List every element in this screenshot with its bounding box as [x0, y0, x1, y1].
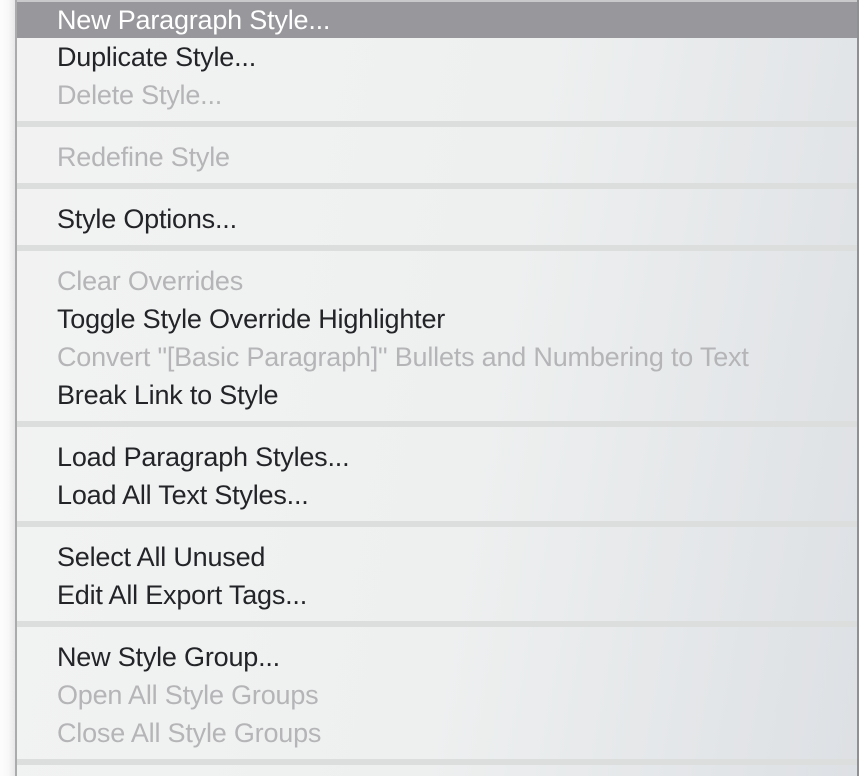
menu-item-close-all-style-groups: Close All Style Groups — [17, 714, 857, 752]
menu-item-label: Style Options... — [57, 204, 237, 235]
menu-separator — [17, 752, 857, 776]
underlying-page-edge — [0, 0, 15, 776]
separator-line — [17, 245, 857, 251]
menu-separator — [17, 238, 857, 262]
menu-item-select-all-unused[interactable]: Select All Unused — [17, 538, 857, 576]
screen: New Paragraph Style... Duplicate Style..… — [0, 0, 859, 776]
separator-line — [17, 121, 857, 127]
separator-line — [17, 421, 857, 427]
separator-line — [17, 183, 857, 189]
menu-item-label: Load All Text Styles... — [57, 480, 309, 511]
separator-line — [17, 621, 857, 627]
menu-item-toggle-style-override-highlighter[interactable]: Toggle Style Override Highlighter — [17, 300, 857, 338]
menu-item-new-paragraph-style[interactable]: New Paragraph Style... — [17, 2, 857, 38]
menu-separator — [17, 614, 857, 638]
menu-item-label: Duplicate Style... — [57, 42, 256, 73]
menu-item-label: Redefine Style — [57, 142, 230, 173]
menu-separator — [17, 414, 857, 438]
menu-item-label: New Style Group... — [57, 642, 280, 673]
menu-item-convert-basic-paragraph-bullets: Convert "[Basic Paragraph]" Bullets and … — [17, 338, 857, 376]
menu-item-label: Clear Overrides — [57, 266, 243, 297]
menu-separator — [17, 114, 857, 138]
menu-item-edit-all-export-tags[interactable]: Edit All Export Tags... — [17, 576, 857, 614]
menu-item-load-all-text-styles[interactable]: Load All Text Styles... — [17, 476, 857, 514]
menu-item-label: Toggle Style Override Highlighter — [57, 304, 445, 335]
menu-item-label: Convert "[Basic Paragraph]" Bullets and … — [57, 342, 749, 373]
menu-item-label: Edit All Export Tags... — [57, 580, 307, 611]
menu-item-label: Break Link to Style — [57, 380, 278, 411]
menu-item-label: Load Paragraph Styles... — [57, 442, 349, 473]
menu-item-style-options[interactable]: Style Options... — [17, 200, 857, 238]
menu-separator — [17, 176, 857, 200]
menu-item-label: Open All Style Groups — [57, 680, 318, 711]
separator-line — [17, 759, 857, 765]
menu-item-break-link-to-style[interactable]: Break Link to Style — [17, 376, 857, 414]
menu-item-delete-style: Delete Style... — [17, 76, 857, 114]
menu-item-label: New Paragraph Style... — [57, 5, 330, 36]
paragraph-styles-panel-menu: New Paragraph Style... Duplicate Style..… — [15, 0, 859, 776]
menu-item-duplicate-style[interactable]: Duplicate Style... — [17, 38, 857, 76]
menu-item-clear-overrides: Clear Overrides — [17, 262, 857, 300]
menu-item-redefine-style: Redefine Style — [17, 138, 857, 176]
menu-item-label: Select All Unused — [57, 542, 265, 573]
menu-item-label: Close All Style Groups — [57, 718, 321, 749]
menu-item-new-style-group[interactable]: New Style Group... — [17, 638, 857, 676]
menu-item-load-paragraph-styles[interactable]: Load Paragraph Styles... — [17, 438, 857, 476]
menu-item-label: Delete Style... — [57, 80, 222, 111]
separator-line — [17, 521, 857, 527]
menu-separator — [17, 514, 857, 538]
menu-item-open-all-style-groups: Open All Style Groups — [17, 676, 857, 714]
